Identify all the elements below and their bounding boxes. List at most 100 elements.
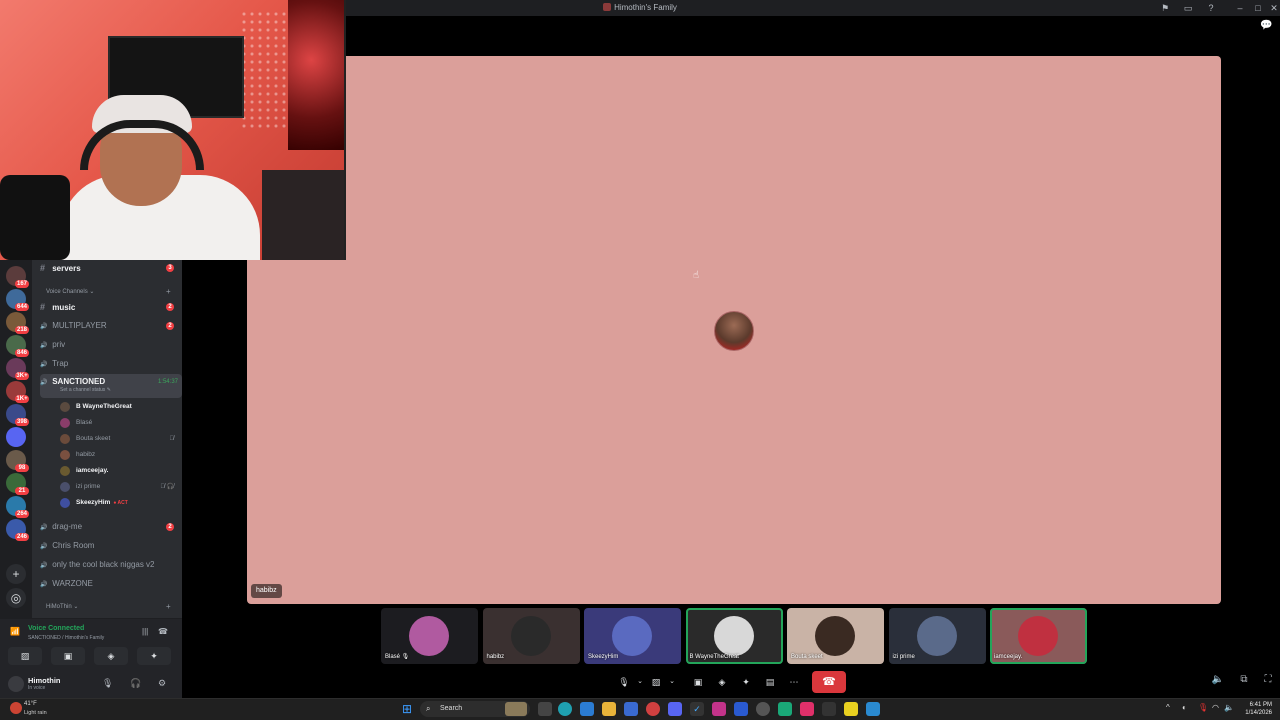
voice-member[interactable]: SkeezyHim ● ACT bbox=[60, 495, 180, 511]
volume-icon[interactable]: 🔈 bbox=[1210, 674, 1226, 690]
disconnect-icon[interactable]: ☎ bbox=[158, 627, 168, 636]
tiktok-icon[interactable] bbox=[800, 702, 814, 716]
channel-sanctioned[interactable]: 🔊 SANCTIONED 1:54:37 Set a channel status … bbox=[40, 374, 182, 398]
camera-button[interactable]: ▨ bbox=[8, 647, 42, 665]
headphones-icon[interactable]: 🎧 bbox=[130, 678, 141, 689]
channel-drag-me[interactable]: 🔊 drag-me 2 bbox=[40, 519, 182, 535]
screen-share-icon[interactable]: ▣ bbox=[689, 673, 707, 691]
inbox-icon[interactable]: ▭ bbox=[1182, 2, 1194, 14]
signal-icon[interactable]: 📶 bbox=[10, 627, 20, 636]
app-icon[interactable] bbox=[734, 702, 748, 716]
add-channel-icon[interactable]: + bbox=[166, 287, 171, 296]
file-explorer-icon[interactable] bbox=[602, 702, 616, 716]
volume-icon[interactable]: 🔈 bbox=[1224, 703, 1234, 712]
server-icon[interactable]: 3K+ bbox=[6, 358, 29, 380]
server-icon[interactable]: 98 bbox=[6, 450, 29, 472]
windows-start-icon[interactable]: ⊞ bbox=[402, 702, 416, 716]
participant-tile[interactable]: habibz bbox=[482, 608, 580, 664]
activities-icon[interactable]: ◈ bbox=[713, 673, 731, 691]
chat-icon[interactable]: 💬 bbox=[1260, 20, 1272, 31]
channel-trap[interactable]: 🔊 Trap bbox=[40, 356, 182, 372]
voice-member[interactable]: habibz bbox=[60, 447, 180, 463]
voice-member[interactable]: izi prime 🎙̸ 🎧̸ bbox=[60, 479, 180, 495]
app-icon[interactable] bbox=[778, 702, 792, 716]
server-icon[interactable]: 398 bbox=[6, 404, 29, 426]
add-channel-icon[interactable]: + bbox=[166, 602, 171, 611]
participant-tile[interactable]: Blasé 🎙 bbox=[381, 608, 478, 664]
server-icon[interactable]: 246 bbox=[6, 519, 29, 541]
maximize-button[interactable]: □ bbox=[1250, 1, 1266, 15]
channel-only-the-cool-black-niggas-v2[interactable]: 🔊 only the cool black niggas v2 bbox=[40, 557, 182, 573]
noise-suppression-icon[interactable]: ||| bbox=[142, 627, 148, 636]
discord-icon[interactable] bbox=[668, 702, 682, 716]
voice-member[interactable]: iamceejay. bbox=[60, 463, 180, 479]
sticky-notes-icon[interactable] bbox=[844, 702, 858, 716]
excel-icon[interactable] bbox=[822, 702, 836, 716]
edge-icon[interactable] bbox=[558, 702, 572, 716]
participant-tile[interactable]: Bouta skeet bbox=[787, 608, 884, 664]
instagram-icon[interactable] bbox=[712, 702, 726, 716]
camera-options-chevron-icon[interactable]: ⌄ bbox=[663, 673, 681, 691]
himothin-category[interactable]: HiMoThin ⌄ + bbox=[46, 602, 171, 611]
server-icon[interactable]: 167 bbox=[6, 266, 29, 288]
user-avatar[interactable] bbox=[8, 676, 24, 692]
copilot-icon[interactable] bbox=[580, 702, 594, 716]
soundboard-button[interactable]: ✦ bbox=[137, 647, 171, 665]
chatgpt-icon[interactable] bbox=[756, 702, 770, 716]
chrome-icon[interactable] bbox=[646, 702, 660, 716]
channel-status-hint[interactable]: Set a channel status ✎ bbox=[60, 387, 111, 393]
screen-share-button[interactable]: ▣ bbox=[51, 647, 85, 665]
disconnect-button[interactable]: ☎ bbox=[812, 671, 846, 693]
app-icon[interactable] bbox=[866, 702, 880, 716]
server-icon[interactable]: 846 bbox=[6, 335, 29, 357]
wifi-icon[interactable]: ◠ bbox=[1212, 703, 1219, 712]
channel-multiplayer[interactable]: 🔊 MULTIPLAYER 2 bbox=[40, 318, 182, 334]
channel-warzone[interactable]: 🔊 WARZONE bbox=[40, 576, 182, 592]
microphone-icon[interactable]: 🎙 bbox=[102, 678, 113, 689]
gift-icon[interactable]: ▤ bbox=[761, 673, 779, 691]
server-icon[interactable]: 218 bbox=[6, 312, 29, 334]
task-view-icon[interactable] bbox=[538, 702, 552, 716]
clock[interactable]: 6:41 PM 1/14/2026 bbox=[1245, 701, 1272, 717]
server-icon[interactable] bbox=[6, 427, 26, 447]
explore-icon[interactable]: ◎ bbox=[6, 588, 26, 608]
more-options-icon[interactable]: ⋯ bbox=[785, 673, 803, 691]
participant-tile[interactable]: B WayneTheGreat bbox=[685, 608, 783, 664]
server-icon[interactable]: 21 bbox=[6, 473, 29, 495]
user-name[interactable]: Himothin bbox=[28, 676, 61, 685]
pen-icon[interactable]: ✓ bbox=[690, 702, 704, 716]
channel-chris-room[interactable]: 🔊 Chris Room bbox=[40, 538, 182, 554]
activities-button[interactable]: ◈ bbox=[94, 647, 128, 665]
popout-icon[interactable]: ⧉ bbox=[1236, 674, 1252, 690]
server-icon[interactable]: 644 bbox=[6, 289, 29, 311]
flag-icon[interactable]: ⚑ bbox=[1159, 2, 1171, 14]
close-button[interactable]: ✕ bbox=[1266, 1, 1280, 15]
soundboard-icon[interactable]: ✦ bbox=[737, 673, 755, 691]
help-icon[interactable]: ? bbox=[1205, 2, 1217, 14]
fullscreen-icon[interactable]: ⛶ bbox=[1260, 674, 1276, 690]
weather-icon[interactable] bbox=[10, 702, 22, 714]
participant-tile[interactable]: SkeezyHim bbox=[584, 608, 681, 664]
channel-music[interactable]: # music 2 bbox=[40, 299, 182, 315]
tray-chevron-icon[interactable]: ^ bbox=[1166, 703, 1170, 712]
channel-servers[interactable]: # servers 3 bbox=[40, 260, 182, 276]
server-icon[interactable]: 264 bbox=[6, 496, 29, 518]
voice-member[interactable]: Blasé bbox=[60, 415, 180, 431]
minimize-button[interactable]: – bbox=[1232, 1, 1248, 15]
voice-location[interactable]: SANCTIONED / Himothin's Family bbox=[28, 635, 104, 641]
voice-member[interactable]: B WayneTheGreat bbox=[60, 399, 180, 415]
channel-priv[interactable]: 🔊 priv bbox=[40, 337, 182, 353]
server-icon[interactable]: 1K+ bbox=[6, 381, 29, 403]
tray-mic-icon[interactable]: 🎙 bbox=[1198, 703, 1208, 712]
voice-channels-category[interactable]: Voice Channels ⌄ + bbox=[46, 287, 171, 296]
main-video[interactable]: habibz bbox=[247, 56, 1221, 604]
add-server-icon[interactable]: + bbox=[6, 564, 26, 584]
participant-tile[interactable]: izi prime bbox=[888, 608, 986, 664]
settings-gear-icon[interactable]: ⚙ bbox=[158, 678, 166, 689]
participant-tile[interactable]: iamceejay. bbox=[990, 608, 1087, 664]
tray-icon[interactable]: ◐ bbox=[1182, 703, 1187, 712]
weather-temp[interactable]: 41°F bbox=[24, 701, 37, 707]
store-icon[interactable] bbox=[624, 702, 638, 716]
weather-desc[interactable]: Light rain bbox=[24, 710, 47, 716]
widget-icon[interactable] bbox=[505, 702, 527, 716]
